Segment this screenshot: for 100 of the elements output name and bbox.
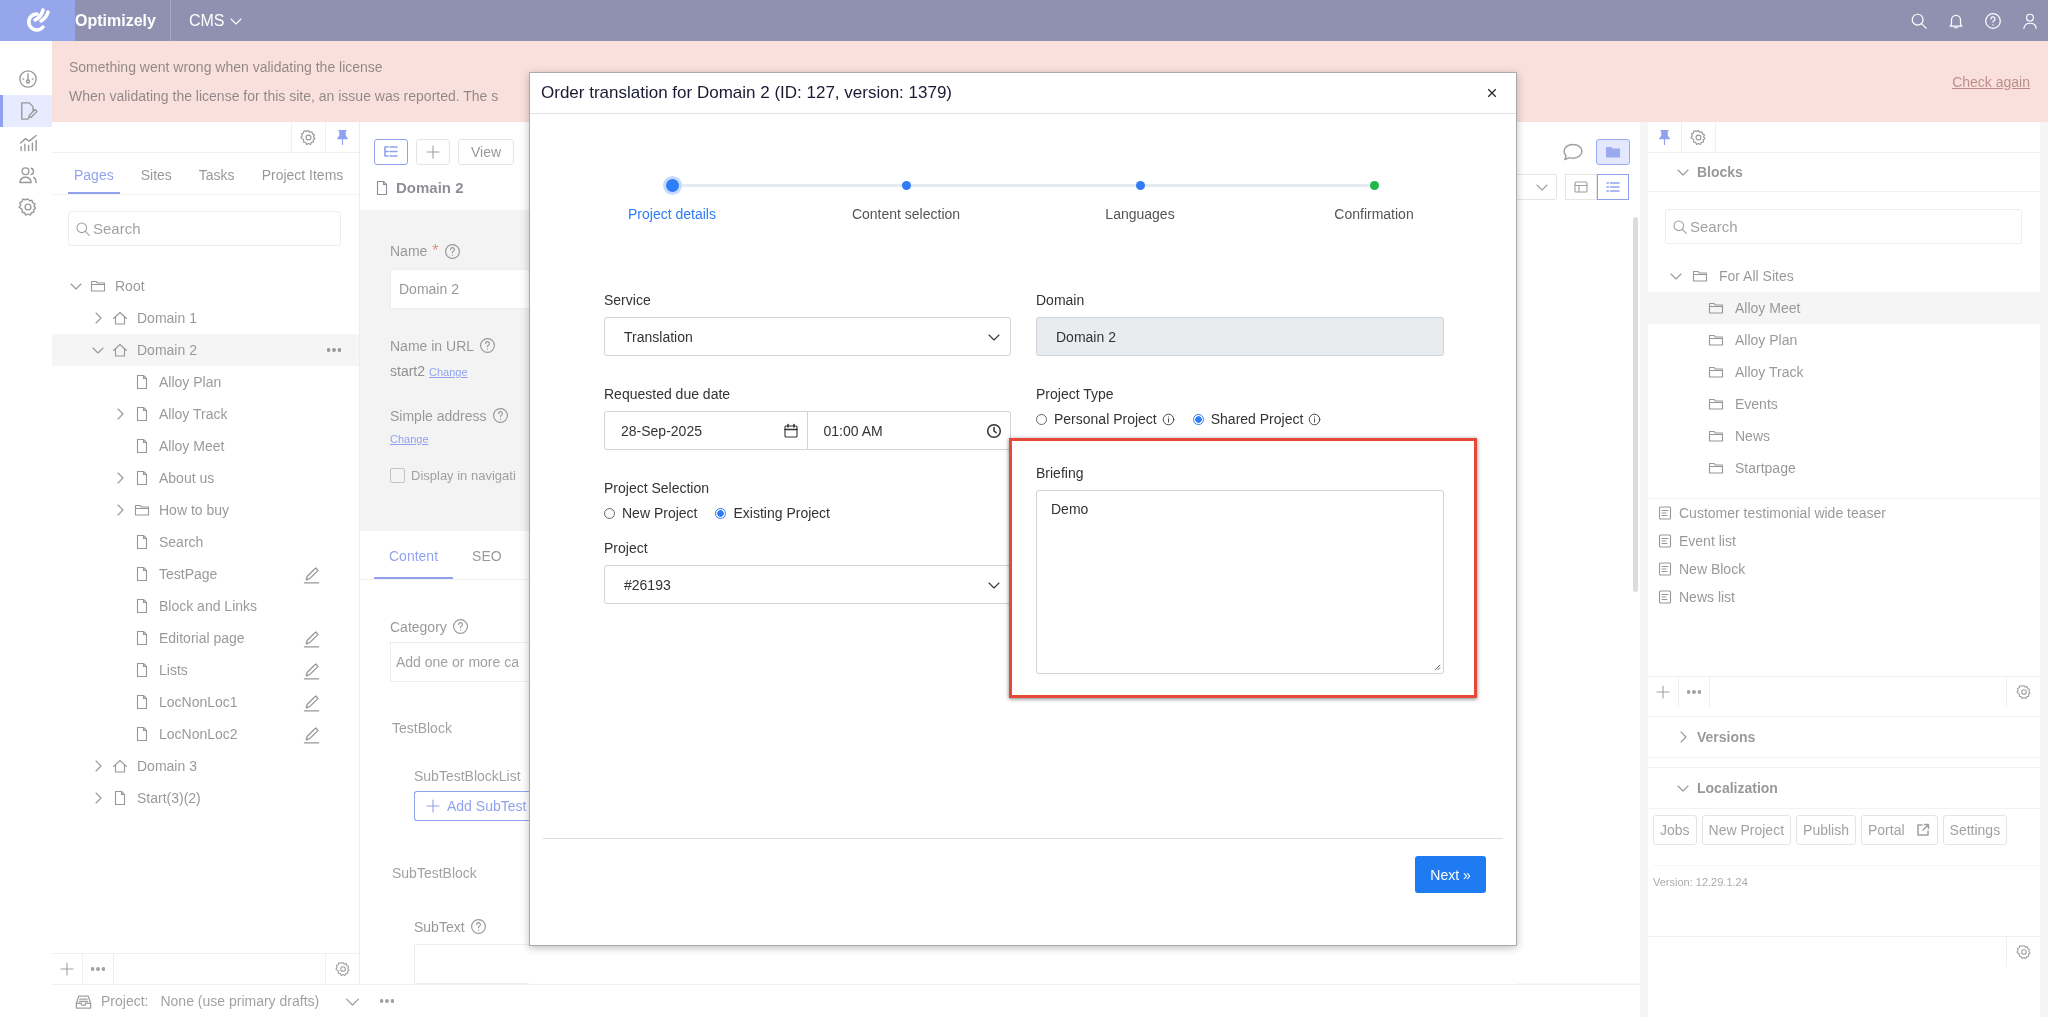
wizard-step[interactable]: Languages [1023, 176, 1257, 222]
tree-toggle-button[interactable] [374, 139, 408, 165]
localization-button[interactable]: Settings [1942, 815, 2008, 845]
page-icon [134, 406, 150, 422]
block-item[interactable]: New Block [1648, 555, 2040, 583]
search-field[interactable]: Search [68, 211, 341, 246]
tree-item[interactable]: About us [52, 462, 359, 494]
next-button[interactable]: Next » [1415, 856, 1486, 893]
field-label: SubTestBlockList [414, 768, 522, 784]
folder-icon [1708, 396, 1724, 412]
wizard-step[interactable]: Content selection [789, 176, 1023, 222]
field-label: Requested due date [604, 386, 732, 402]
settings-icon [334, 961, 351, 977]
tree-item[interactable]: Alloy Track [52, 398, 359, 430]
product-menu[interactable]: CMS [188, 11, 245, 30]
help-icon [469, 918, 487, 935]
localization-button[interactable]: Jobs [1653, 815, 1697, 845]
tree-item[interactable]: Block and Links [52, 590, 359, 622]
panel-tab[interactable]: Tasks [192, 161, 241, 194]
tree-item[interactable]: Editorial page [52, 622, 359, 654]
tree-item[interactable]: Lists [52, 654, 359, 686]
tree-item[interactable]: Domain 2 [52, 334, 359, 366]
field-label: Category [390, 618, 447, 635]
view-button[interactable]: View [458, 139, 514, 165]
project-select[interactable]: #26193 [604, 565, 1011, 604]
localization-button[interactable]: New Project [1701, 815, 1792, 845]
search-field[interactable]: Search [1665, 209, 2022, 244]
section-header[interactable]: Blocks [1648, 153, 2040, 192]
tree-item[interactable]: Root [52, 270, 359, 302]
wizard-step[interactable]: Confirmation [1257, 176, 1491, 222]
plus-icon [59, 961, 75, 977]
date-field[interactable]: 28-Sep-2025 [604, 411, 808, 450]
tree-item[interactable]: News [1648, 420, 2040, 452]
change-link[interactable]: Change [429, 366, 468, 379]
tree-item[interactable]: How to buy [52, 494, 359, 526]
category-field[interactable]: Add one or more ca [390, 642, 529, 682]
tree-item[interactable]: Alloy Plan [1648, 324, 2040, 356]
tree-item[interactable]: Search [52, 526, 359, 558]
block-item[interactable]: Customer testimonial wide teaser [1648, 499, 2040, 527]
content-tab[interactable]: Content [374, 542, 454, 579]
time-field[interactable]: 01:00 AM [807, 411, 1011, 450]
tree-item[interactable]: LocNonLoc2 [52, 718, 359, 750]
tree-item[interactable]: Alloy Meet [52, 430, 359, 462]
tree-item[interactable]: Alloy Track [1648, 356, 2040, 388]
block-item[interactable]: Event list [1648, 527, 2040, 555]
radio-option[interactable]: Existing Project [715, 505, 830, 521]
tree-item[interactable]: Startpage [1648, 452, 2040, 484]
settings-icon [2015, 944, 2032, 960]
change-link[interactable]: Change [390, 433, 429, 446]
localization-button[interactable]: Portal [1860, 815, 1938, 845]
panel-tab[interactable]: Sites [134, 161, 178, 194]
briefing-field[interactable]: Demo [1036, 490, 1444, 674]
checkbox[interactable] [390, 468, 405, 484]
layout-icon [1573, 179, 1589, 195]
layout-button[interactable] [1565, 174, 1597, 200]
section-header[interactable]: Versions [1648, 716, 2040, 758]
more-icon [327, 348, 341, 352]
resize-grip-icon[interactable] [1434, 664, 1441, 671]
logo-icon [0, 0, 75, 41]
tree-item[interactable]: TestPage [52, 558, 359, 590]
radio-option[interactable]: New Project [604, 505, 698, 521]
folder-button[interactable] [1596, 139, 1630, 165]
panel-tab[interactable]: Pages [68, 161, 120, 194]
page-icon [134, 598, 150, 614]
settings-icon [1690, 128, 1707, 146]
block-item[interactable]: News list [1648, 583, 2040, 611]
tree-item[interactable]: Domain 1 [52, 302, 359, 334]
tree-item[interactable]: Domain 3 [52, 750, 359, 782]
gauge-icon [17, 69, 38, 89]
tree-item[interactable]: Alloy Meet [1648, 292, 2040, 324]
tree-item[interactable]: LocNonLoc1 [52, 686, 359, 718]
scrollbar[interactable] [1633, 217, 1638, 592]
plus-icon [1655, 684, 1671, 700]
wizard-step[interactable]: Project details [555, 176, 789, 222]
tree-item[interactable]: Start(3)(2) [52, 782, 359, 814]
help-icon [451, 618, 469, 635]
add-button[interactable] [416, 139, 450, 165]
service-select[interactable]: Translation [604, 317, 1011, 356]
check-again-link[interactable]: Check again [1952, 73, 2030, 90]
tree-item[interactable]: Events [1648, 388, 2040, 420]
content-tab[interactable]: SEO [457, 542, 517, 579]
panel-tab[interactable]: Project Items [255, 161, 350, 194]
add-item-button[interactable]: Add SubTest [414, 791, 529, 821]
name-field[interactable]: Domain 2 [390, 269, 529, 310]
nav-rail-item[interactable] [0, 95, 52, 127]
chart-icon [17, 133, 38, 153]
field-label: Domain [1036, 292, 1086, 308]
help-icon [443, 242, 461, 260]
tree-item[interactable]: Alloy Plan [52, 366, 359, 398]
list-view-button[interactable] [1597, 174, 1629, 200]
localization-button[interactable]: Publish [1796, 815, 1856, 845]
page-icon [134, 438, 150, 454]
plus-icon [425, 798, 441, 814]
section-header[interactable]: Localization [1648, 767, 2040, 809]
radio-option[interactable]: Shared Project [1192, 411, 1322, 427]
house-icon [112, 342, 128, 358]
radio-option[interactable]: Personal Project [1036, 411, 1175, 427]
tree-item[interactable]: For All Sites [1648, 260, 2040, 292]
field-label: Name [390, 243, 428, 260]
text-field[interactable] [414, 944, 529, 984]
